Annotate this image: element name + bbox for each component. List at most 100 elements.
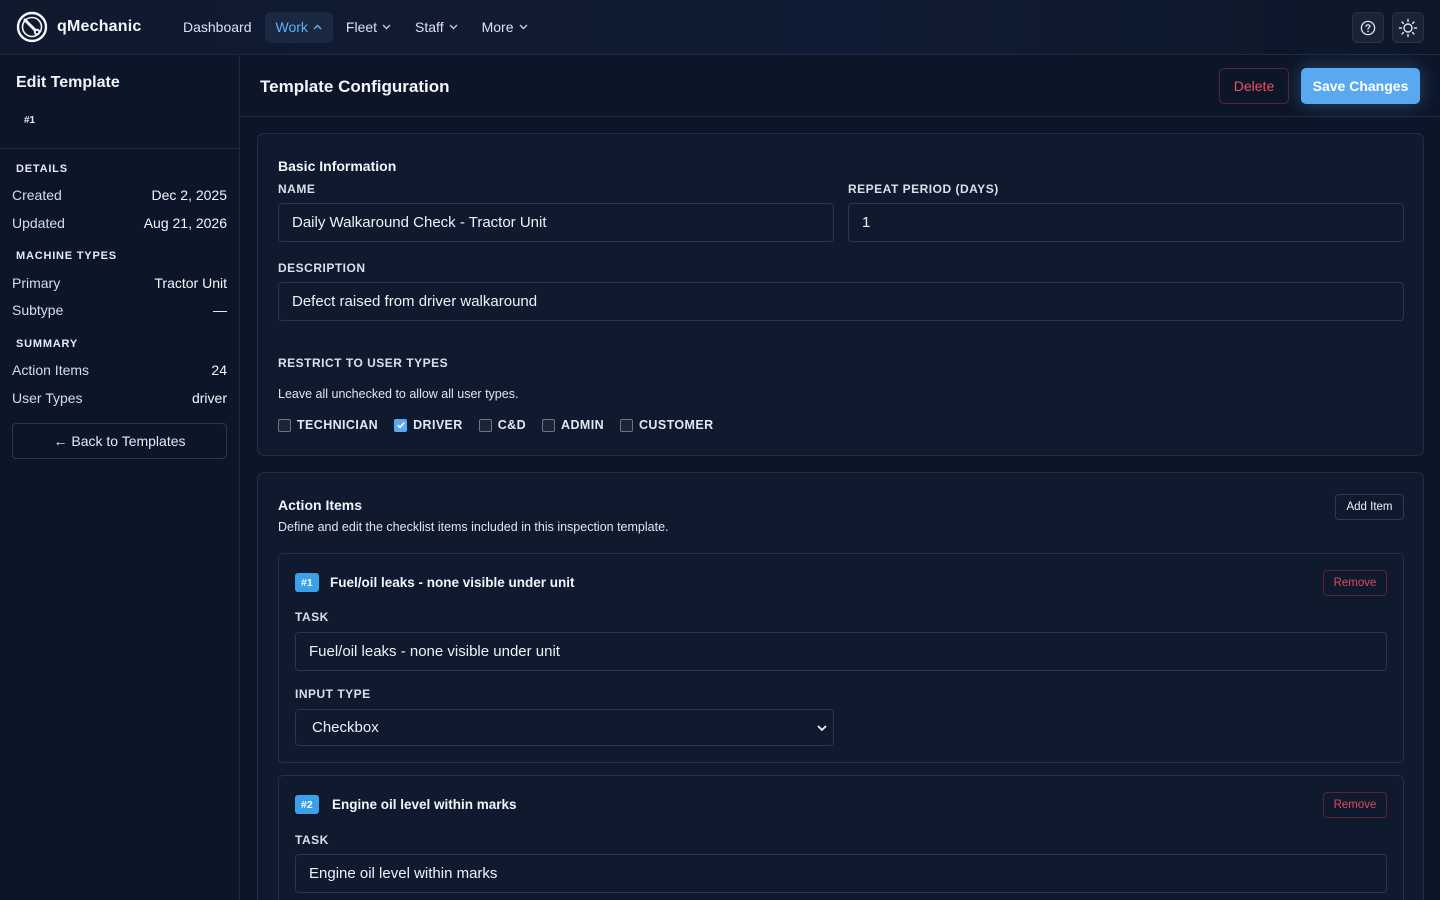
task-value: Fuel/oil leaks - none visible under unit [309,643,560,660]
repeat-period-input[interactable]: 1 [848,203,1404,242]
top-navbar: qMechanic Dashboard Work Fleet Staff Mor… [0,0,1440,55]
created-row: Created Dec 2, 2025 [12,187,227,203]
checkbox-customer[interactable]: CUSTOMER [620,418,714,432]
action-item-card: #1 Fuel/oil leaks - none visible under u… [278,553,1404,763]
save-changes-button[interactable]: Save Changes [1301,68,1420,104]
updated-value: Aug 21, 2026 [143,215,227,231]
action-items-value: 24 [211,362,227,378]
restrict-user-types-label: RESTRICT TO USER TYPES [278,356,449,370]
help-button[interactable] [1352,12,1384,43]
app-name: qMechanic [57,18,142,35]
checkbox-admin[interactable]: ADMIN [542,418,604,432]
chevron-down-icon [382,24,391,30]
user-type-checkboxes: TECHNICIAN DRIVER C&D ADMIN CUSTOMER [278,418,730,432]
main-nav: Dashboard Work Fleet Staff More [172,11,541,43]
action-items-row: Action Items 24 [12,362,227,378]
template-id: #1 [24,115,36,126]
item-title: Fuel/oil leaks - none visible under unit [330,575,575,590]
checkbox-box[interactable] [278,418,291,432]
task-label: TASK [295,833,329,847]
back-to-templates-button[interactable]: ← Back to Templates [12,423,227,459]
wrench-circle-icon [16,11,48,43]
basic-information-title: Basic Information [278,158,397,174]
description-value: Defect raised from driver walkaround [292,293,538,310]
sidebar-title: Edit Template [16,74,120,91]
nav-more[interactable]: More [471,12,539,43]
details-heading: DETAILS [16,163,68,175]
subtype-row: Subtype — [12,302,227,318]
checkbox-label: C&D [497,418,527,432]
summary-heading: SUMMARY [16,338,79,350]
input-type-label: INPUT TYPE [295,687,371,701]
nav-work-label: Work [275,19,308,35]
user-types-row: User Types driver [12,390,227,406]
user-types-value: driver [191,390,227,406]
name-input[interactable]: Daily Walkaround Check - Tractor Unit [278,203,834,242]
sun-icon [1398,18,1418,37]
add-item-button[interactable]: Add Item [1335,494,1404,520]
checkbox-technician[interactable]: TECHNICIAN [278,418,378,432]
nav-staff-label: Staff [415,19,444,35]
checkbox-label: TECHNICIAN [297,418,379,432]
updated-label: Updated [12,215,65,231]
action-item-card: #2 Engine oil level within marks Remove … [278,775,1404,900]
subtype-value: — [213,302,227,318]
remove-item-button[interactable]: Remove [1323,570,1387,596]
sidebar: Edit Template #1 DETAILS Created Dec 2, … [0,55,240,900]
created-value: Dec 2, 2025 [151,187,228,203]
task-input[interactable]: Fuel/oil leaks - none visible under unit [295,632,1387,671]
sidebar-divider [0,148,239,149]
action-items-subtitle: Define and edit the checklist items incl… [278,520,669,534]
checkbox-label: DRIVER [413,418,463,432]
item-number-badge: #1 [295,573,319,592]
updated-row: Updated Aug 21, 2026 [12,215,227,231]
input-type-value: Checkbox [312,719,379,736]
name-label: NAME [278,182,316,196]
nav-fleet[interactable]: Fleet [335,12,402,43]
repeat-period-label: REPEAT PERIOD (DAYS) [848,182,999,196]
checkbox-box[interactable] [394,418,408,432]
nav-dashboard[interactable]: Dashboard [172,12,263,43]
basic-information-card: Basic Information NAME Daily Walkaround … [257,133,1424,456]
action-items-title: Action Items [278,497,363,513]
description-input[interactable]: Defect raised from driver walkaround [278,282,1404,321]
checkbox-box[interactable] [542,418,556,432]
restrict-hint: Leave all unchecked to allow all user ty… [278,387,519,401]
chevron-up-icon [313,24,322,30]
checkbox-label: ADMIN [561,418,604,432]
item-title: Engine oil level within marks [332,797,517,812]
nav-more-label: More [481,19,514,35]
primary-value: Tractor Unit [154,275,227,291]
nav-fleet-label: Fleet [345,19,378,35]
action-items-label: Action Items [12,362,90,378]
action-items-card: Action Items Define and edit the checkli… [257,472,1424,900]
task-input[interactable]: Engine oil level within marks [295,854,1387,893]
remove-item-button[interactable]: Remove [1323,792,1387,818]
theme-toggle-button[interactable] [1392,12,1424,43]
checkbox-box[interactable] [620,418,633,432]
item-number-badge: #2 [295,795,319,814]
brand[interactable]: qMechanic [16,11,166,43]
checkbox-cd[interactable]: C&D [478,418,527,432]
nav-work[interactable]: Work [264,11,333,43]
description-label: DESCRIPTION [278,261,366,275]
back-to-templates-label: ← Back to Templates [53,433,186,449]
user-types-label: User Types [12,390,83,406]
input-type-select[interactable]: Checkbox [295,709,834,746]
checkmark-icon [396,422,405,429]
checkbox-box[interactable] [478,418,492,432]
top-icons [1344,12,1424,43]
chevron-down-icon [449,24,458,30]
nav-staff[interactable]: Staff [404,12,469,43]
primary-label: Primary [12,275,61,291]
created-label: Created [12,187,62,203]
checkbox-driver[interactable]: DRIVER [394,418,463,432]
delete-button[interactable]: Delete [1219,68,1289,104]
repeat-period-value: 1 [862,214,871,231]
primary-row: Primary Tractor Unit [12,275,227,291]
machine-types-heading: MACHINE TYPES [16,250,117,262]
main-header: Template Configuration Delete Save Chang… [240,55,1440,117]
chevron-down-icon [519,24,527,30]
chevron-down-icon [817,725,827,732]
subtype-label: Subtype [12,302,64,318]
